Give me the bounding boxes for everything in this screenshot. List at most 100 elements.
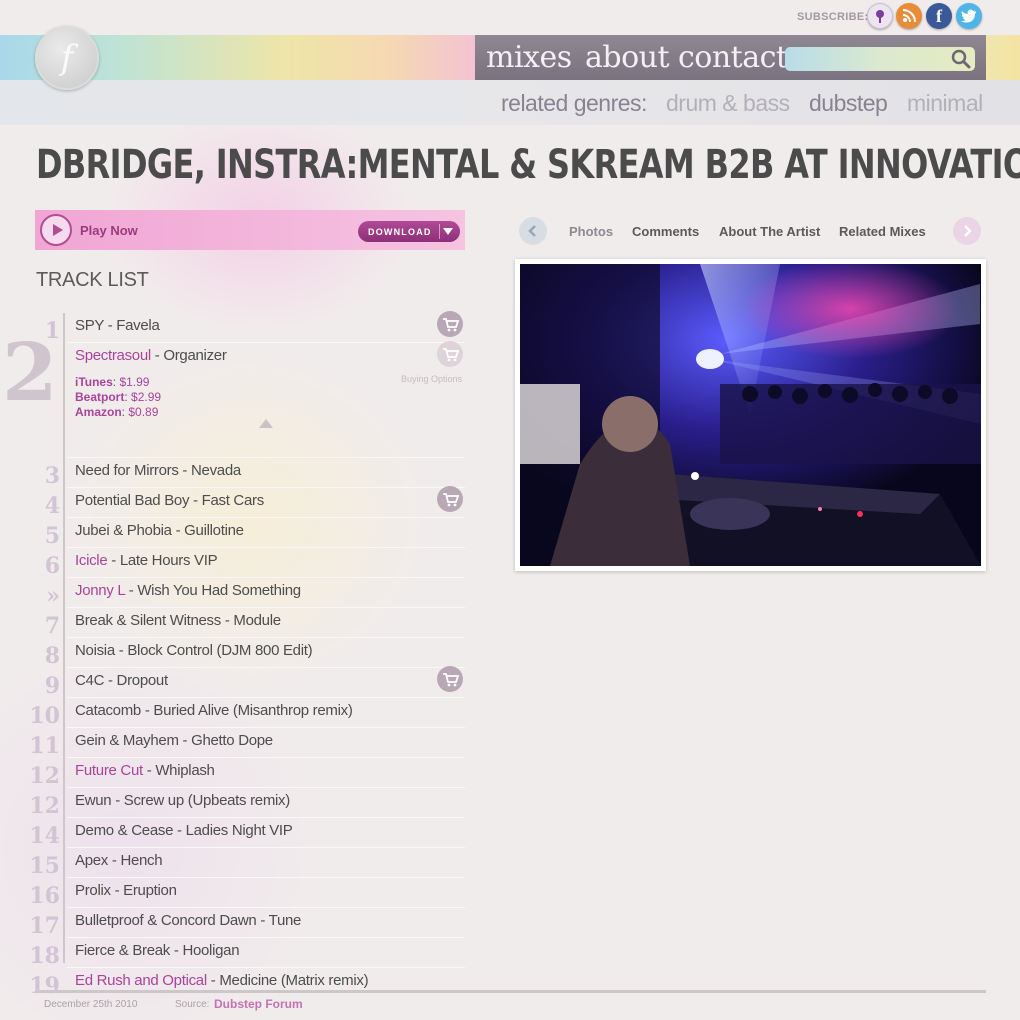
track-divider xyxy=(67,667,465,668)
track-row[interactable]: SPY - Favela xyxy=(75,317,160,334)
tab-related-mixes[interactable]: Related Mixes xyxy=(839,224,926,239)
track-number: 15 xyxy=(29,853,60,879)
track-row[interactable]: Jonny L - Wish You Had Something xyxy=(75,582,301,599)
podcast-icon[interactable] xyxy=(867,3,893,29)
genre-dubstep[interactable]: dubstep xyxy=(809,90,888,117)
track-row[interactable]: Demo & Cease - Ladies Night VIP xyxy=(75,822,293,839)
track-artist: Potential Bad Boy xyxy=(75,492,190,509)
track-row[interactable]: Prolix - Eruption xyxy=(75,882,177,899)
expanded-track-number: 2 xyxy=(2,325,58,419)
track-title: Whiplash xyxy=(155,762,215,779)
track-row[interactable]: Gein & Mayhem - Ghetto Dope xyxy=(75,732,273,749)
nav-mixes[interactable]: mixes xyxy=(486,40,572,75)
download-button[interactable]: DOWNLOAD xyxy=(358,221,460,242)
track-artist[interactable]: Ed Rush and Optical xyxy=(75,972,207,989)
track-number: 19 xyxy=(29,973,60,999)
track-title: Eruption xyxy=(123,882,177,899)
track-row[interactable]: Jubei & Phobia - Guillotine xyxy=(75,522,244,539)
track-title: Buried Alive (Misanthrop remix) xyxy=(153,702,353,719)
rss-icon[interactable] xyxy=(896,3,922,29)
track-row[interactable]: Ed Rush and Optical - Medicine (Matrix r… xyxy=(75,972,369,989)
footer-date: December 25th 2010 xyxy=(44,999,138,1010)
track-artist[interactable]: Icicle xyxy=(75,552,108,569)
track-row[interactable]: C4C - Dropout xyxy=(75,672,168,689)
genre-drum-and-bass[interactable]: drum & bass xyxy=(666,90,790,117)
search-input[interactable] xyxy=(785,47,975,71)
track-row[interactable]: Break & Silent Witness - Module xyxy=(75,612,281,629)
track-artist: C4C xyxy=(75,672,105,689)
track-artist: Need for Mirrors xyxy=(75,462,179,479)
track-artist: Prolix xyxy=(75,882,111,899)
genre-minimal[interactable]: minimal xyxy=(907,90,983,117)
track-row[interactable]: Fierce & Break - Hooligan xyxy=(75,942,240,959)
track-title: Nevada xyxy=(191,462,241,479)
track-row[interactable]: Noisia - Block Control (DJM 800 Edit) xyxy=(75,642,313,659)
collapse-caret-icon[interactable] xyxy=(259,419,273,428)
track-number: 3 xyxy=(44,463,60,489)
track-row[interactable]: Future Cut - Whiplash xyxy=(75,762,215,779)
track-divider xyxy=(67,787,465,788)
tracklist-rule xyxy=(63,313,65,963)
track-row[interactable]: Need for Mirrors - Nevada xyxy=(75,462,241,479)
track-divider xyxy=(67,757,465,758)
track-artist: SPY xyxy=(75,317,104,334)
track-artist[interactable]: Jonny L xyxy=(75,582,125,599)
logo-letter: f xyxy=(60,38,74,78)
track-row[interactable]: Ewun - Screw up (Upbeats remix) xyxy=(75,792,290,809)
track-number: 17 xyxy=(29,913,60,939)
store-name: Amazon xyxy=(75,405,122,419)
chevron-down-icon xyxy=(443,228,453,235)
tab-comments[interactable]: Comments xyxy=(632,224,699,239)
tab-about-the-artist[interactable]: About The Artist xyxy=(719,224,820,239)
track-artist: Noisia xyxy=(75,642,115,659)
track-divider xyxy=(67,877,465,878)
buy-link-itunes[interactable]: iTunes: $1.99 xyxy=(75,375,149,389)
tracklist-heading: TRACK LIST xyxy=(36,269,149,291)
cart-icon[interactable] xyxy=(437,486,463,512)
buy-link-beatport[interactable]: Beatport: $2.99 xyxy=(75,390,161,404)
tab-photos[interactable]: Photos xyxy=(569,224,613,239)
track-number: 11 xyxy=(29,733,60,759)
nav-contact[interactable]: contact xyxy=(678,40,788,75)
track-divider xyxy=(67,937,465,938)
track-row[interactable]: Catacomb - Buried Alive (Misanthrop remi… xyxy=(75,702,353,719)
track-artist: Fierce & Break xyxy=(75,942,170,959)
footer-source-link[interactable]: Dubstep Forum xyxy=(214,997,303,1011)
track-row[interactable]: Spectrasoul - Organizer xyxy=(75,347,227,364)
track-title: Tune xyxy=(268,912,302,929)
next-arrow-button[interactable] xyxy=(953,217,981,245)
footer-source-label: Source: xyxy=(175,999,210,1010)
track-number: 12 xyxy=(29,763,60,789)
cart-icon[interactable] xyxy=(437,666,463,692)
store-name: iTunes xyxy=(75,375,113,389)
play-button[interactable] xyxy=(40,214,72,246)
track-number: 9 xyxy=(44,673,60,699)
play-now-label[interactable]: Play Now xyxy=(80,223,138,238)
track-number: 1 xyxy=(44,318,60,344)
nav-about[interactable]: about xyxy=(585,40,670,75)
download-label: DOWNLOAD xyxy=(368,226,432,237)
cart-icon[interactable] xyxy=(437,341,463,367)
event-photo[interactable] xyxy=(520,264,981,566)
buy-link-amazon[interactable]: Amazon: $0.89 xyxy=(75,405,158,419)
track-number: 12 xyxy=(29,793,60,819)
track-row[interactable]: Apex - Hench xyxy=(75,852,163,869)
track-title: Screw up (Upbeats remix) xyxy=(123,792,290,809)
track-number: 10 xyxy=(29,703,60,729)
facebook-icon[interactable]: f xyxy=(926,3,952,29)
prev-arrow-button[interactable] xyxy=(519,217,547,245)
track-row[interactable]: Bulletproof & Concord Dawn - Tune xyxy=(75,912,301,929)
track-row[interactable]: Icicle - Late Hours VIP xyxy=(75,552,218,569)
track-row[interactable]: Potential Bad Boy - Fast Cars xyxy=(75,492,264,509)
site-logo[interactable]: f xyxy=(35,26,99,90)
twitter-icon[interactable] xyxy=(956,3,982,29)
cart-icon[interactable] xyxy=(437,311,463,337)
track-title: Guillotine xyxy=(184,522,244,539)
track-artist[interactable]: Future Cut xyxy=(75,762,143,779)
track-artist[interactable]: Spectrasoul xyxy=(75,347,151,364)
track-title: Late Hours VIP xyxy=(119,552,218,569)
track-title: Hench xyxy=(120,852,163,869)
track-divider xyxy=(67,637,465,638)
track-divider xyxy=(67,907,465,908)
search-icon[interactable] xyxy=(950,49,972,69)
